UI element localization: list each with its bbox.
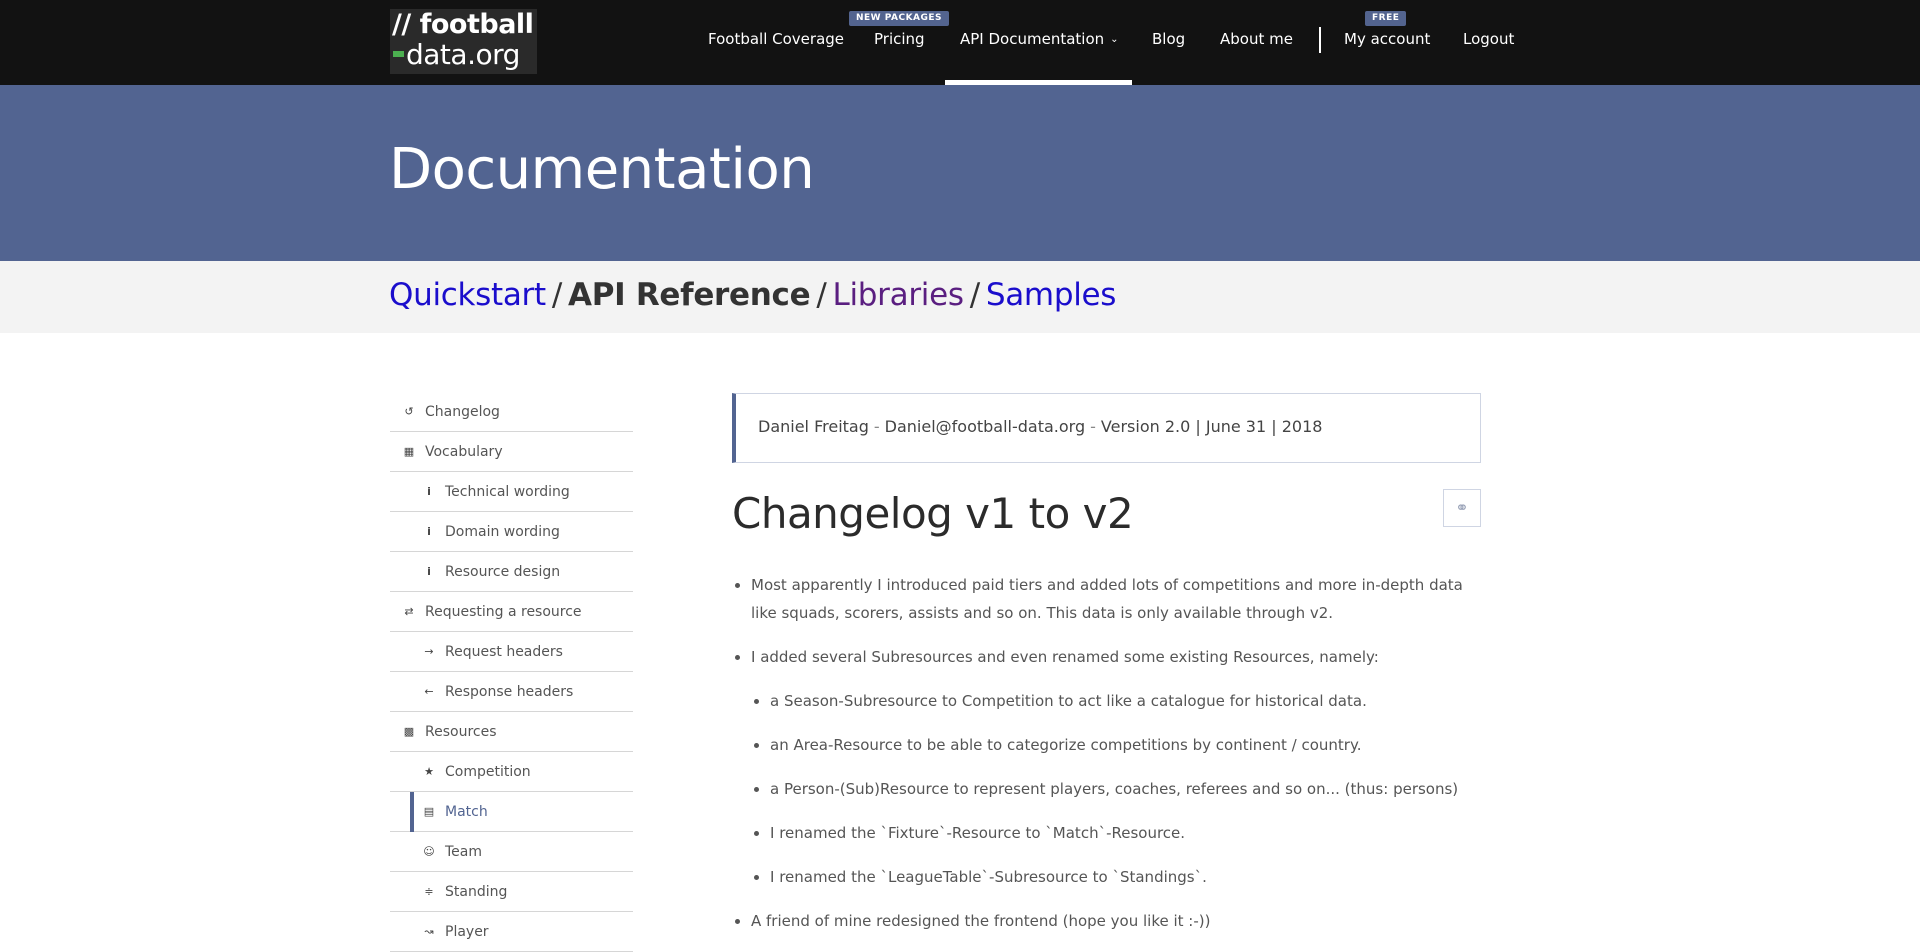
sidebar-item-requesting-a-resource[interactable]: ⇄ Requesting a resource — [390, 592, 633, 632]
breadcrumb-api-reference: API Reference — [568, 277, 811, 313]
sidebar-item-domain-wording[interactable]: i Domain wording — [390, 512, 633, 552]
sidebar-item-label: Team — [445, 843, 483, 860]
chevron-down-icon: ⌄ — [1110, 34, 1119, 45]
info-icon: i — [427, 485, 431, 498]
link-icon: ⚭ — [1455, 498, 1469, 517]
logo-line-2: data.org — [392, 40, 535, 70]
sidebar-item-resource-design[interactable]: i Resource design — [390, 552, 633, 592]
sidebar-item-match[interactable]: ▤ Match — [390, 792, 633, 832]
exchange-icon: ⇄ — [404, 605, 414, 618]
breadcrumb-samples[interactable]: Samples — [986, 277, 1117, 313]
docs-sidebar: ↺ Changelog ▦ Vocabulary i Technical wordin… — [390, 392, 633, 952]
permalink-button[interactable]: ⚭ — [1443, 489, 1481, 527]
author-separator: - — [873, 417, 880, 436]
top-navbar: // football data.org Football Coverage N… — [0, 0, 1920, 85]
sidebar-item-label: Resources — [425, 723, 497, 740]
page-title: Documentation — [389, 137, 815, 202]
sidebar-item-changelog[interactable]: ↺ Changelog — [390, 392, 633, 432]
breadcrumb-separator: / — [816, 277, 827, 313]
sub-list-item: a Season-Subresource to Competition to a… — [751, 687, 1481, 715]
sidebar-item-label: Changelog — [425, 403, 500, 420]
author-email: Daniel@football-data.org — [884, 417, 1086, 436]
sidebar-item-label: Vocabulary — [425, 443, 503, 460]
list-item-text: Most apparently I introduced paid tiers … — [751, 576, 1463, 622]
sub-list-item: an Area-Resource to be able to categoriz… — [751, 731, 1481, 759]
breadcrumb-libraries[interactable]: Libraries — [833, 277, 964, 313]
history-icon: ↺ — [404, 405, 414, 418]
sub-list: a Season-Subresource to Competition to a… — [751, 687, 1481, 891]
sidebar-item-competition[interactable]: ★ Competition — [390, 752, 633, 792]
sidebar-item-label: Domain wording — [445, 523, 560, 540]
sidebar-item-resources[interactable]: ▩ Resources — [390, 712, 633, 752]
sidebar-item-standing[interactable]: ≑ Standing — [390, 872, 633, 912]
sidebar-item-vocabulary[interactable]: ▦ Vocabulary — [390, 432, 633, 472]
list-item-text: I added several Subresources and even re… — [751, 648, 1379, 666]
breadcrumb-separator: / — [551, 277, 563, 313]
free-badge: FREE — [1365, 11, 1407, 26]
list-item: Most apparently I introduced paid tiers … — [732, 571, 1481, 627]
sidebar-item-player[interactable]: ↝ Player — [390, 912, 633, 952]
cubes-icon: ▩ — [403, 725, 415, 738]
calendar-icon: ▤ — [423, 805, 435, 818]
sidebar-item-technical-wording[interactable]: i Technical wording — [390, 472, 633, 512]
main-content: Daniel Freitag - Daniel@football-data.org -… — [732, 393, 1481, 951]
sidebar-item-label: Technical wording — [445, 483, 570, 500]
sidebar-item-label: Requesting a resource — [425, 603, 582, 620]
sidebar-item-label: Standing — [445, 883, 508, 900]
nav-divider — [1319, 27, 1321, 53]
language-icon: ▦ — [403, 445, 415, 458]
breadcrumb-bar: Quickstart / API Reference / Libraries / Sampl… — [0, 261, 1920, 333]
site-logo[interactable]: // football data.org — [390, 9, 537, 74]
info-icon: i — [427, 525, 431, 538]
logo-dash — [393, 51, 404, 57]
users-icon: ☺ — [423, 845, 435, 858]
hero-banner: Documentation — [0, 85, 1920, 261]
breadcrumb-separator: / — [969, 277, 980, 313]
arrow-left-icon: ← — [424, 685, 434, 698]
section-title: Changelog v1 to v2 — [732, 489, 1134, 538]
sidebar-item-label: Resource design — [445, 563, 561, 580]
trophy-icon: ★ — [424, 765, 434, 778]
sub-list-item: a Person-(Sub)Resource to represent play… — [751, 775, 1481, 803]
sub-list-item: I renamed the `LeagueTable`-Subresource … — [751, 863, 1481, 891]
author-separator: - — [1090, 417, 1096, 436]
line-chart-icon: ↝ — [424, 925, 434, 938]
sidebar-item-label: Match — [445, 803, 488, 820]
changelog-list: Most apparently I introduced paid tiers … — [732, 571, 1481, 935]
arrow-right-icon: → — [424, 645, 434, 658]
nav-about-me[interactable]: About me — [1220, 30, 1293, 48]
list-item: I added several Subresources and even re… — [732, 643, 1481, 891]
sub-list-item: I renamed the `Fixture`-Resource to `Mat… — [751, 819, 1481, 847]
version-info: Version 2.0 | June 31 | 2018 — [1100, 417, 1323, 436]
list-item: A friend of mine redesigned the frontend… — [732, 907, 1481, 935]
nav-football-coverage[interactable]: Football Coverage — [708, 30, 844, 48]
logo-line-1: // football — [392, 9, 534, 40]
area-chart-icon: ≑ — [424, 885, 434, 898]
sidebar-item-label: Player — [445, 923, 489, 940]
sidebar-item-request-headers[interactable]: → Request headers — [390, 632, 633, 672]
author-info-box: Daniel Freitag - Daniel@football-data.org -… — [732, 393, 1481, 463]
nav-api-documentation[interactable]: API Documentation ⌄ — [960, 30, 1119, 48]
sidebar-item-label: Response headers — [445, 683, 574, 700]
logo-line-2-text: data.org — [406, 38, 520, 71]
sidebar-item-team[interactable]: ☺ Team — [390, 832, 633, 872]
nav-blog[interactable]: Blog — [1152, 30, 1185, 48]
author-name: Daniel Freitag — [758, 417, 869, 436]
section-header: Changelog v1 to v2 ⚭ — [732, 489, 1481, 549]
sidebar-item-label: Competition — [445, 763, 531, 780]
sidebar-item-label: Request headers — [445, 643, 563, 660]
info-icon: i — [427, 565, 431, 578]
breadcrumb-quickstart[interactable]: Quickstart — [389, 277, 546, 313]
nav-pricing[interactable]: Pricing — [874, 30, 925, 48]
nav-my-account[interactable]: My account — [1344, 30, 1430, 48]
nav-logout[interactable]: Logout — [1463, 30, 1514, 48]
sidebar-item-response-headers[interactable]: ← Response headers — [390, 672, 633, 712]
list-item-text: A friend of mine redesigned the frontend… — [751, 912, 1211, 930]
breadcrumb: Quickstart / API Reference / Libraries / Sampl… — [389, 277, 1116, 313]
new-packages-badge: NEW PACKAGES — [849, 11, 950, 26]
nav-api-documentation-label: API Documentation — [960, 30, 1105, 48]
